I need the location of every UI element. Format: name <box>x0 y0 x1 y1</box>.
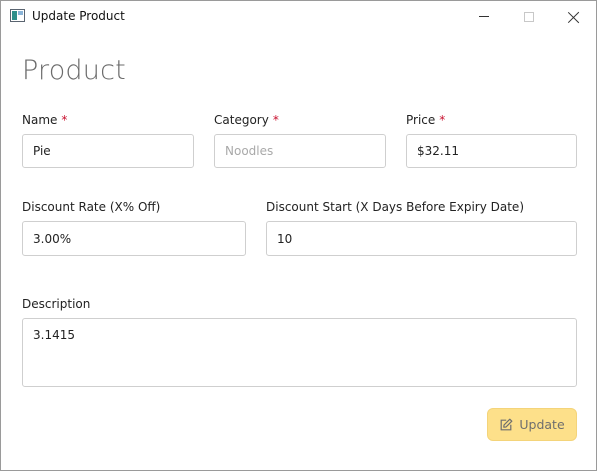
description-field[interactable]: 3.1415 <box>22 318 577 387</box>
window-title: Update Product <box>32 9 125 23</box>
discount-rate-field[interactable] <box>22 221 246 256</box>
edit-icon <box>500 418 513 430</box>
maximize-icon <box>524 11 534 22</box>
description-label: Description <box>22 297 91 311</box>
page-title: Product <box>22 55 126 86</box>
close-button[interactable] <box>551 1 597 32</box>
update-product-window: Update Product Product Name* Category* P… <box>0 0 597 471</box>
name-field[interactable] <box>22 134 194 168</box>
price-field[interactable] <box>406 134 577 168</box>
price-label-text: Price <box>406 113 436 127</box>
category-label: Category * <box>214 113 279 127</box>
required-marker: * <box>61 113 68 127</box>
price-label: Price * <box>406 113 445 127</box>
category-field[interactable] <box>214 134 386 168</box>
title-bar[interactable]: Update Product <box>1 1 596 32</box>
required-marker: * <box>272 113 279 127</box>
name-label: Name * <box>22 113 67 127</box>
app-window-icon <box>10 9 25 22</box>
discount-rate-label: Discount Rate (X% Off) <box>22 200 161 214</box>
discount-start-field[interactable] <box>266 221 577 256</box>
minimize-button[interactable] <box>461 1 507 32</box>
maximize-button[interactable] <box>506 1 552 32</box>
name-label-text: Name <box>22 113 58 127</box>
update-button-label: Update <box>519 417 565 432</box>
minimize-icon <box>479 16 489 17</box>
close-icon <box>568 11 580 23</box>
category-label-text: Category <box>214 113 269 127</box>
discount-start-label: Discount Start (X Days Before Expiry Dat… <box>266 200 524 214</box>
update-button[interactable]: Update <box>487 408 577 441</box>
required-marker: * <box>439 113 446 127</box>
